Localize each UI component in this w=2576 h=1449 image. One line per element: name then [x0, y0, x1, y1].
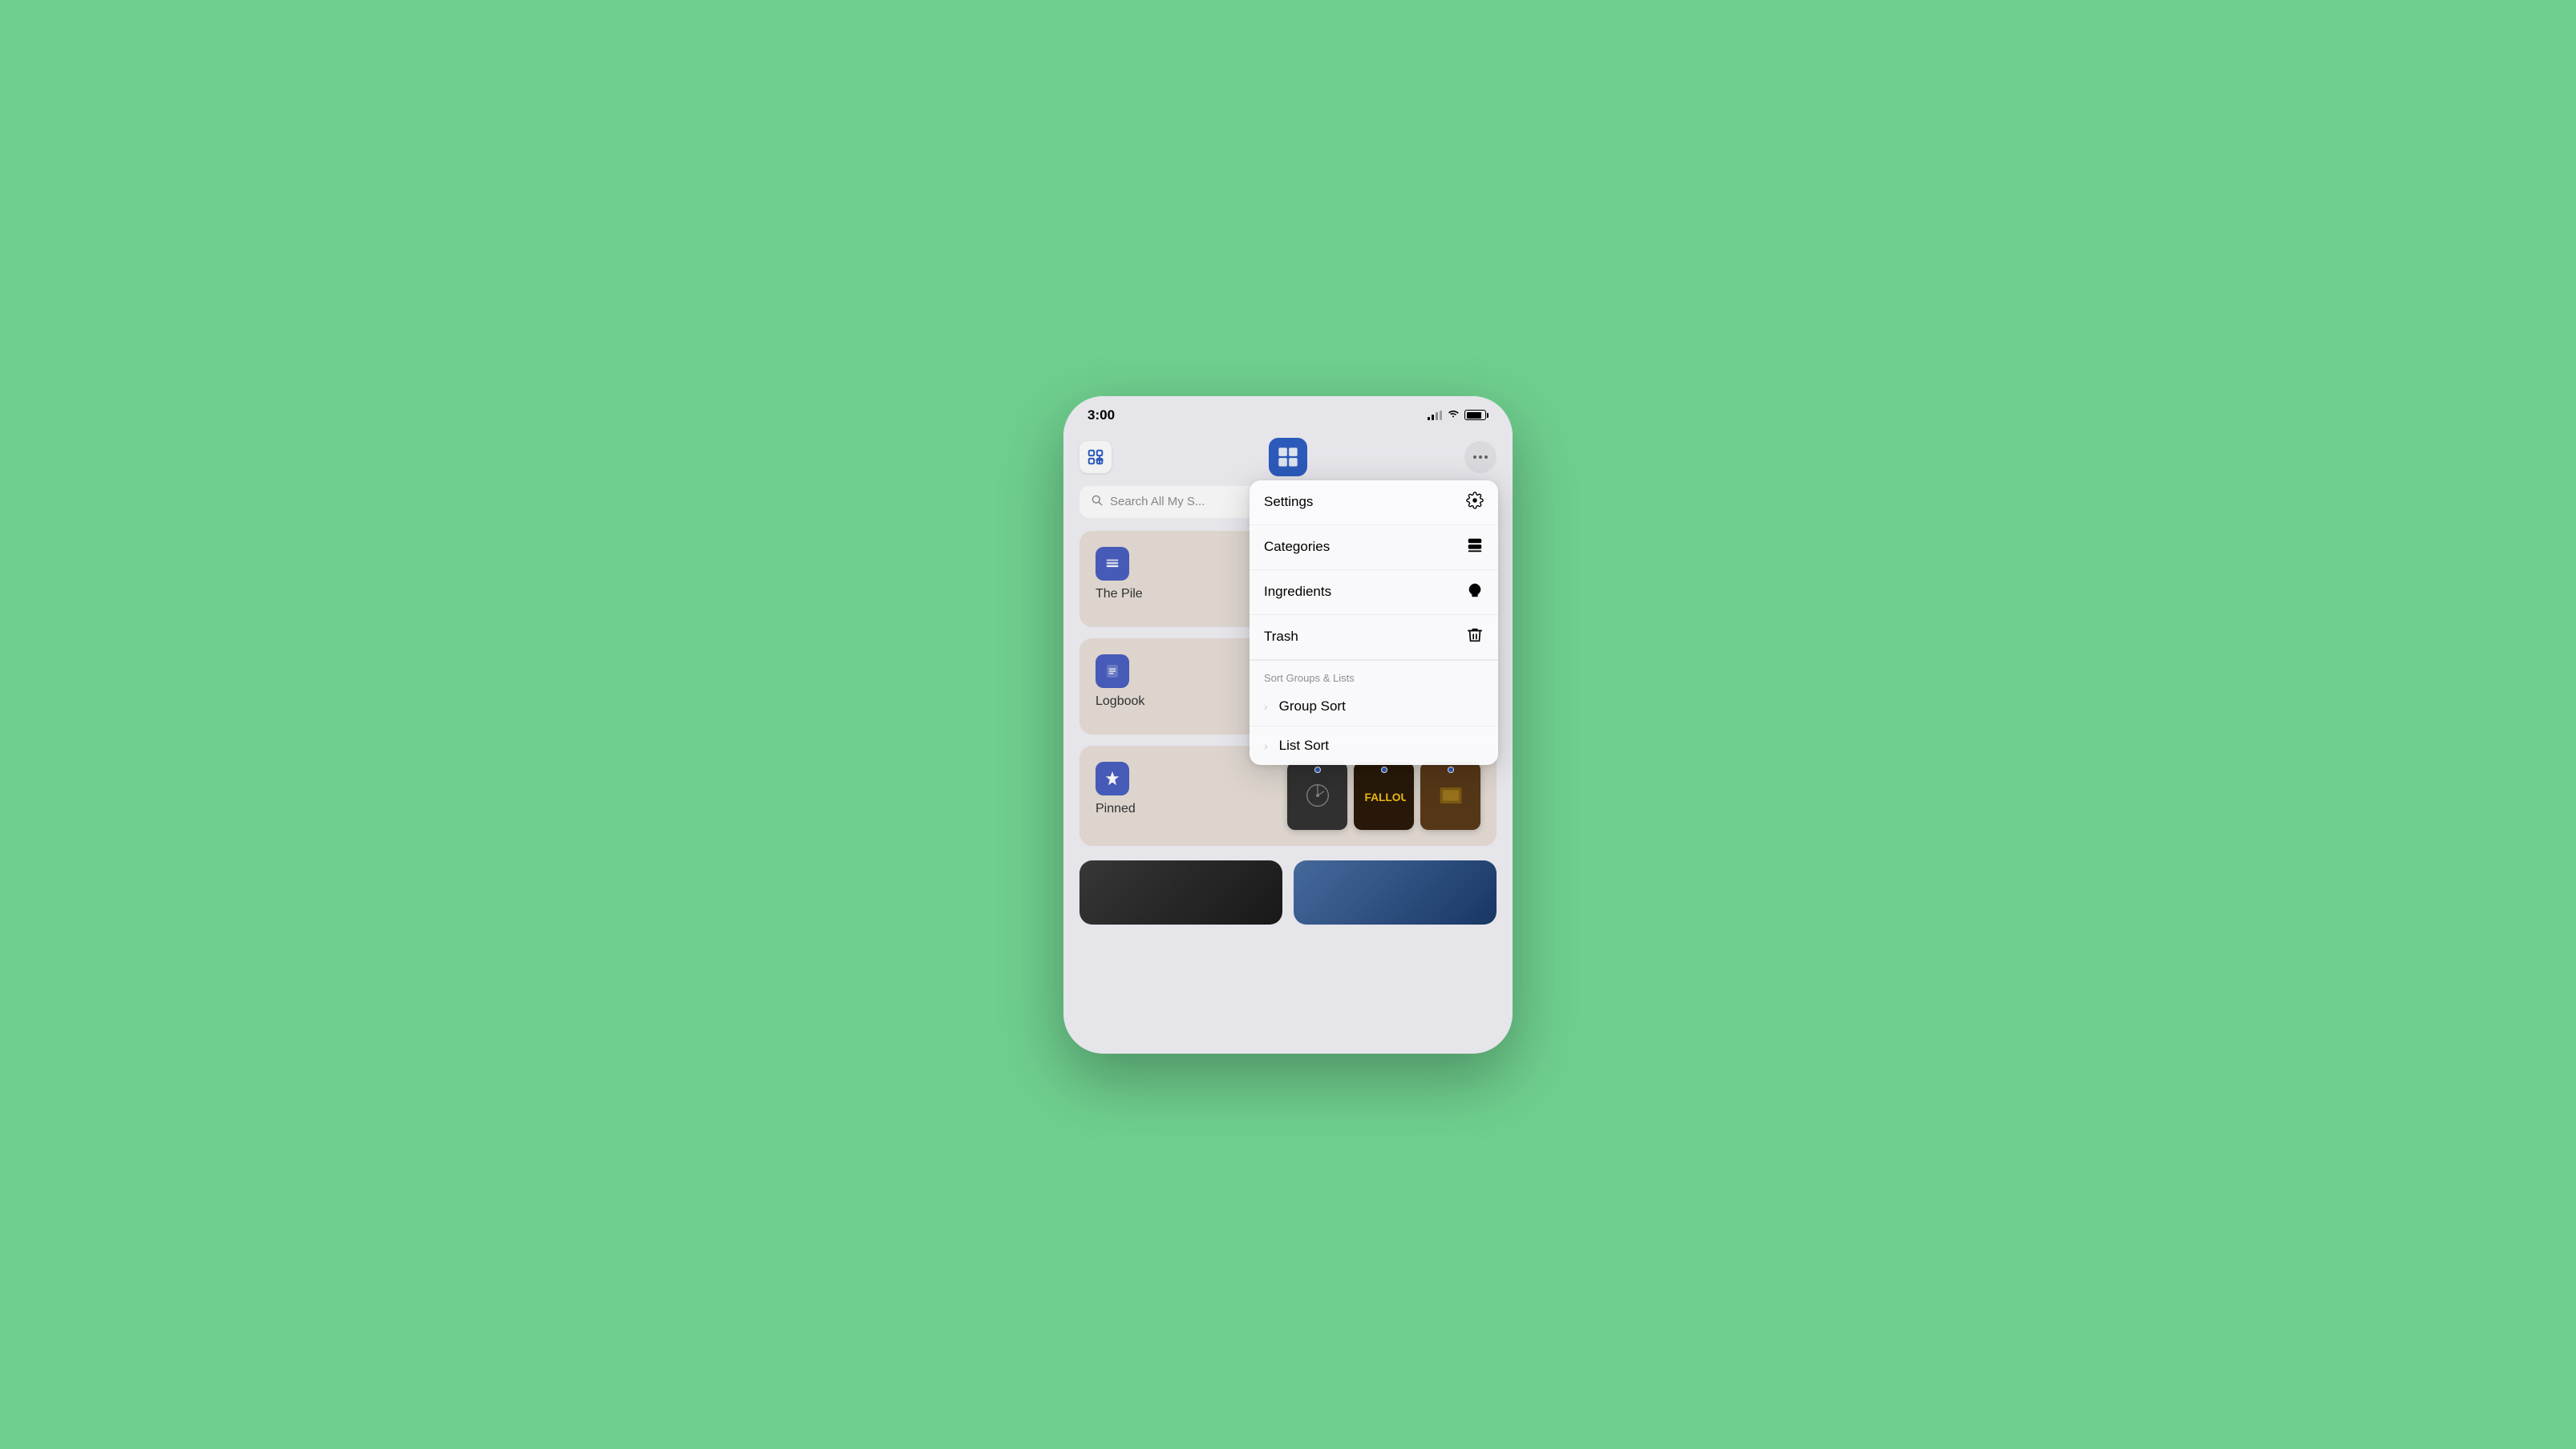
categories-icon [1466, 536, 1484, 558]
ingredients-menu-item[interactable]: Ingredients [1250, 570, 1498, 615]
settings-icon [1466, 492, 1484, 513]
group-sort-chevron: › [1264, 700, 1268, 713]
list-sort-chevron: › [1264, 739, 1268, 752]
phone-frame: 3:00 [1063, 396, 1513, 1054]
group-sort-item[interactable]: › Group Sort [1250, 687, 1498, 727]
ingredients-label: Ingredients [1264, 584, 1331, 600]
list-sort-left: › List Sort [1264, 738, 1329, 754]
list-sort-item[interactable]: › List Sort [1250, 727, 1498, 765]
categories-label: Categories [1264, 539, 1330, 555]
group-sort-label: Group Sort [1279, 698, 1346, 714]
trash-icon [1466, 626, 1484, 648]
settings-label: Settings [1264, 494, 1313, 510]
categories-menu-item[interactable]: Categories [1250, 525, 1498, 570]
sort-section: Sort Groups & Lists › Group Sort › List … [1250, 660, 1498, 765]
dropdown-menu-panel: Settings Categories [1250, 480, 1498, 765]
trash-label: Trash [1264, 629, 1298, 645]
list-sort-label: List Sort [1279, 738, 1329, 754]
ingredients-icon [1466, 581, 1484, 603]
settings-menu-item[interactable]: Settings [1250, 480, 1498, 525]
group-sort-left: › Group Sort [1264, 698, 1346, 714]
trash-menu-item[interactable]: Trash [1250, 615, 1498, 660]
sort-section-header: Sort Groups & Lists [1250, 664, 1498, 687]
